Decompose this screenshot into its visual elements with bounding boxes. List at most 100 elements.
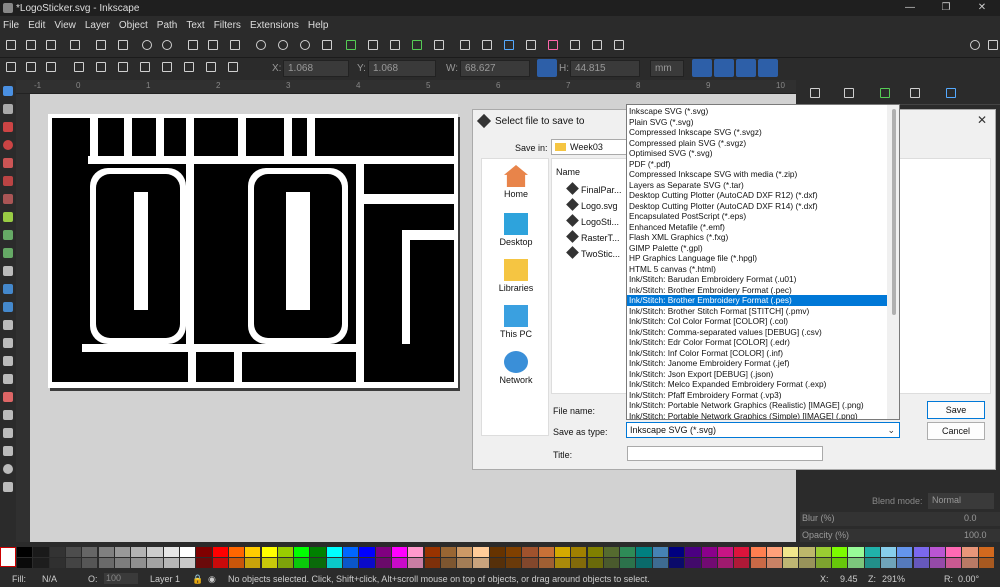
layers-icon[interactable] [504,40,514,50]
color-swatch[interactable] [310,558,326,568]
color-swatch[interactable] [180,547,196,557]
color-swatch[interactable] [962,558,978,568]
color-swatch[interactable] [277,558,294,568]
color-swatch[interactable] [848,558,864,568]
save-as-type-dropdown-list[interactable]: Inkscape SVG (*.svg) Plain SVG (*.svg) Com… [626,104,900,420]
color-swatch[interactable] [897,558,913,568]
file-type-option[interactable]: Ink/Stitch: Melco Expanded Embroidery Fo… [627,379,887,390]
undo-icon[interactable] [142,40,152,50]
color-swatch[interactable] [375,547,391,557]
menu-edit[interactable]: Edit [28,20,45,31]
file-type-option[interactable]: Ink/Stitch: Brother Stitch Format [STITC… [627,306,887,317]
color-swatch[interactable] [228,558,245,568]
color-swatch[interactable] [82,558,98,568]
color-swatch[interactable] [114,558,131,568]
color-swatch[interactable] [196,558,212,568]
color-swatch[interactable] [913,547,929,557]
file-type-option[interactable]: Enhanced Metafile (*.emf) [627,222,887,233]
zoom-value[interactable]: 291% [882,574,905,584]
node-tool-icon[interactable] [3,104,13,114]
color-swatch[interactable] [424,547,440,557]
color-swatch[interactable] [734,547,750,557]
color-swatch[interactable] [147,547,163,557]
color-swatch[interactable] [669,547,685,557]
export-icon[interactable] [118,40,128,50]
h-field[interactable]: 44.815 [570,60,640,77]
opacity-field[interactable]: 100 [104,573,138,584]
text-tool-icon[interactable] [3,266,13,276]
color-swatch[interactable] [571,547,587,557]
color-swatch[interactable] [864,558,880,568]
menu-path[interactable]: Path [157,20,178,31]
color-swatch[interactable] [359,558,375,568]
color-swatch[interactable] [457,558,473,568]
no-paint-swatch[interactable] [0,547,16,567]
color-swatch[interactable] [750,558,766,568]
document-metadata-icon[interactable] [592,40,602,50]
file-type-option[interactable]: Flash XML Graphics (*.fxg) [627,232,887,243]
file-type-option[interactable]: Desktop Cutting Plotter (AutoCAD DXF R14… [627,201,887,212]
color-swatch[interactable] [929,558,946,568]
color-swatch[interactable] [717,558,734,568]
lock-ratio-icon[interactable] [537,59,557,77]
raise-icon[interactable] [184,62,194,72]
dropper-tool-icon[interactable] [3,320,13,330]
ungroup-icon[interactable] [434,40,444,50]
paste-icon[interactable] [230,40,240,50]
color-swatch[interactable] [506,558,522,568]
color-swatch[interactable] [864,547,880,557]
color-swatch[interactable] [343,547,359,557]
color-swatch[interactable] [554,547,571,557]
align-distribute-icon[interactable] [548,40,558,50]
color-swatch[interactable] [212,547,228,557]
file-type-option[interactable]: Ink/Stitch: Inf Color Format [COLOR] (.i… [627,348,887,359]
import-icon[interactable] [96,40,106,50]
flip-horizontal-icon[interactable] [118,62,128,72]
menu-layer[interactable]: Layer [85,20,110,31]
color-swatch[interactable] [163,558,179,568]
color-swatch[interactable] [832,558,848,568]
zoom-page-icon[interactable] [300,40,310,50]
color-swatch[interactable] [946,547,962,557]
dropdown-scrollbar[interactable] [887,105,899,419]
file-item[interactable]: TwoStic... [566,246,620,259]
blend-mode-select[interactable]: Normal [928,493,994,509]
file-item[interactable]: Logo.svg [566,198,618,211]
file-type-option[interactable]: Ink/Stitch: Barudan Embroidery Format (.… [627,274,887,285]
file-type-option[interactable]: Ink/Stitch: Brother Embroidery Format (.… [627,285,887,296]
print-icon[interactable] [70,40,80,50]
color-swatch[interactable] [98,558,114,568]
color-swatch[interactable] [766,558,783,568]
color-swatch[interactable] [163,547,179,557]
color-swatch[interactable] [685,547,701,557]
transform-patterns-icon[interactable] [758,59,778,77]
pencil-tool-icon[interactable] [3,212,13,222]
ellipse-tool-icon[interactable] [3,140,13,150]
color-swatch[interactable] [962,547,978,557]
redo-icon[interactable] [162,40,172,50]
color-swatch[interactable] [506,547,522,557]
color-swatch[interactable] [131,558,147,568]
color-swatch[interactable] [245,547,261,557]
menu-extensions[interactable]: Extensions [250,20,299,31]
place-home[interactable]: Home [482,165,550,199]
eraser-tool-icon[interactable] [3,392,13,402]
select-all-icon[interactable] [6,62,16,72]
lpe-tool-icon[interactable] [3,482,13,492]
layer-indicator[interactable]: Layer 1 [150,574,180,584]
close-window-button[interactable]: ✕ [964,0,1000,16]
file-type-option[interactable]: Inkscape SVG (*.svg) [627,106,887,117]
color-swatch[interactable] [603,558,620,568]
duplicate-icon[interactable] [346,40,356,50]
color-swatch[interactable] [701,558,717,568]
place-network[interactable]: Network [482,351,550,385]
color-swatch[interactable] [489,547,505,557]
color-swatch[interactable] [261,558,277,568]
color-swatch[interactable] [245,558,261,568]
color-swatch[interactable] [212,558,228,568]
pages-tool-icon[interactable] [3,446,13,456]
color-swatch[interactable] [473,558,489,568]
color-swatch[interactable] [33,558,49,568]
color-swatch[interactable] [82,547,98,557]
group-icon[interactable] [412,40,422,50]
